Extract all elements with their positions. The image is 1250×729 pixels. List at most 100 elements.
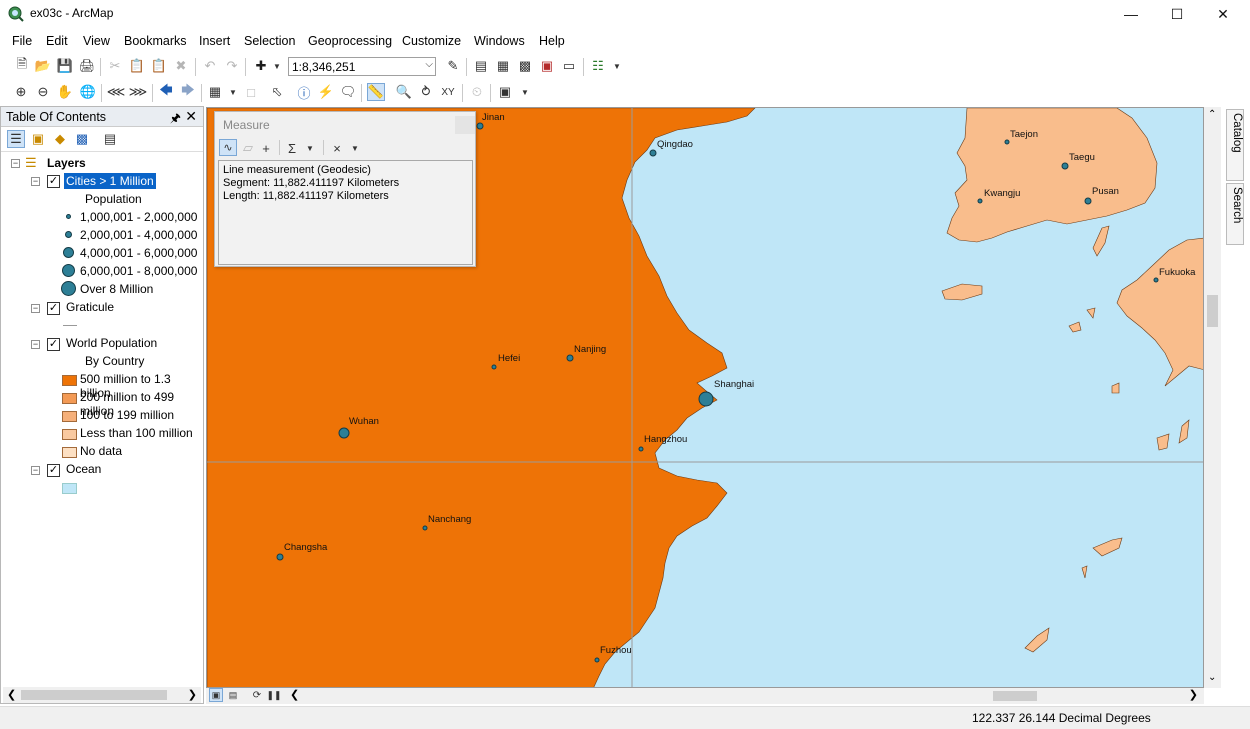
fixed-zoom-in-icon[interactable]: ⋘	[107, 83, 126, 101]
undo-icon[interactable]: ↶	[201, 57, 219, 75]
pause-drawing-icon[interactable]: ❚❚	[266, 688, 281, 702]
identify-icon[interactable]: ⓘ	[295, 83, 313, 101]
collapse-world-population-icon[interactable]: −	[31, 340, 40, 349]
world-population-visibility-checkbox[interactable]: ✓	[47, 338, 60, 351]
catalog-window-icon[interactable]: ▦	[494, 57, 512, 75]
chevron-down-icon[interactable]: ⌵	[425, 59, 433, 70]
zoom-in-icon[interactable]: ⊕	[12, 83, 30, 101]
menu-insert[interactable]: Insert	[199, 34, 230, 48]
scroll-down-icon[interactable]: ⌄	[1208, 672, 1216, 683]
collapse-ocean-icon[interactable]: −	[31, 466, 40, 475]
zoom-out-icon[interactable]: ⊖	[34, 83, 52, 101]
close-window-button[interactable]: ✕	[1200, 0, 1246, 28]
redo-icon[interactable]: ↷	[223, 57, 241, 75]
close-icon[interactable]: ✕	[185, 108, 197, 125]
copy-icon[interactable]: 📋	[128, 57, 146, 75]
full-extent-globe-icon[interactable]: 🌐	[79, 83, 97, 101]
cut-icon[interactable]: ✂	[106, 57, 124, 75]
search-dock-tab[interactable]: Search	[1226, 183, 1244, 245]
menu-bookmarks[interactable]: Bookmarks	[124, 34, 187, 48]
scroll-left-icon[interactable]: ❮	[7, 688, 16, 701]
map-scroll-left-icon[interactable]: ❮	[290, 688, 299, 701]
collapse-layers-icon[interactable]: −	[11, 159, 20, 168]
add-data-dropdown-icon[interactable]: ▼	[268, 57, 286, 75]
find-route-icon[interactable]: ⥁	[417, 83, 435, 101]
fixed-zoom-out-icon[interactable]: ⋙	[129, 83, 148, 101]
map-vertical-scrollbar[interactable]: ⌃ ⌄	[1204, 107, 1221, 688]
list-by-drawing-order-icon[interactable]: ☰	[7, 130, 25, 148]
sum-icon[interactable]: Σ	[283, 139, 301, 157]
hyperlink-lightning-icon[interactable]: ⚡	[317, 83, 335, 101]
menu-view[interactable]: View	[83, 34, 110, 48]
toc-scroll-thumb[interactable]	[21, 690, 167, 700]
menu-windows[interactable]: Windows	[474, 34, 525, 48]
pan-hand-icon[interactable]: ✋	[56, 83, 74, 101]
measure-window[interactable]: Measure ∿ ▱ + Σ ▼ × ▼ Line measurement (…	[214, 111, 476, 267]
menu-file[interactable]: File	[12, 34, 32, 48]
modelbuilder-icon[interactable]: ☷	[589, 57, 607, 75]
menu-selection[interactable]: Selection	[244, 34, 295, 48]
editor-toolbar-icon[interactable]: ✎	[444, 57, 462, 75]
measure-ruler-icon[interactable]: 📏	[367, 83, 385, 101]
create-viewer-window-icon[interactable]: ▣	[496, 83, 514, 101]
scroll-up-icon[interactable]: ⌃	[1208, 109, 1216, 120]
measure-line-icon[interactable]: ∿	[219, 139, 237, 156]
minimize-button[interactable]: —	[1108, 0, 1154, 28]
map-horizontal-scrollbar[interactable]: ❮ ❯	[290, 688, 1204, 704]
pin-icon[interactable]: 🖈	[170, 109, 181, 130]
arctoolbox-icon[interactable]: ▣	[538, 57, 556, 75]
menu-help[interactable]: Help	[539, 34, 565, 48]
refresh-icon[interactable]: ⟳	[250, 688, 264, 702]
ocean-visibility-checkbox[interactable]: ✓	[47, 464, 60, 477]
layout-view-icon[interactable]: ▤	[226, 688, 240, 702]
map-scale-combobox[interactable]: 1:8,346,251 ⌵	[288, 57, 436, 76]
python-window-icon[interactable]: ▭	[560, 57, 578, 75]
tools-options-icon[interactable]: ▼	[516, 83, 534, 101]
scroll-right-icon[interactable]: ❯	[188, 688, 197, 701]
print-icon[interactable]: 🖨	[78, 57, 96, 75]
sum-dropdown-icon[interactable]: ▼	[301, 139, 319, 157]
go-back-arrow-icon[interactable]: 🡄	[157, 82, 175, 101]
measure-close-button[interactable]	[455, 116, 475, 134]
clear-measure-icon[interactable]: ×	[328, 139, 346, 157]
select-features-icon[interactable]: ▦	[206, 83, 224, 101]
save-icon[interactable]: 💾	[56, 57, 74, 75]
find-binoculars-icon[interactable]: 🔍	[395, 83, 413, 101]
cities-visibility-checkbox[interactable]: ✓	[47, 175, 60, 188]
list-by-source-icon[interactable]: ▣	[29, 130, 47, 148]
toc-options-icon[interactable]: ▤	[101, 130, 119, 148]
select-elements-arrow-icon[interactable]: ⬁	[268, 83, 286, 101]
collapse-graticule-icon[interactable]: −	[31, 304, 40, 313]
table-of-contents-window-icon[interactable]: ▤	[472, 57, 490, 75]
menu-customize[interactable]: Customize	[402, 34, 461, 48]
cities-layer-name[interactable]: Cities > 1 Million	[64, 173, 156, 189]
list-by-visibility-icon[interactable]: ◆	[51, 130, 69, 148]
clear-selection-icon[interactable]: □	[242, 83, 260, 101]
data-view-icon[interactable]: ▣	[209, 688, 223, 702]
list-by-selection-icon[interactable]: ▩	[73, 130, 91, 148]
catalog-dock-tab[interactable]: Catalog	[1226, 109, 1244, 181]
maximize-button[interactable]: ☐	[1154, 0, 1200, 28]
measure-area-icon[interactable]: ▱	[239, 139, 257, 157]
layers-root-label[interactable]: Layers	[47, 156, 86, 170]
menu-geoprocessing[interactable]: Geoprocessing	[308, 34, 392, 48]
units-dropdown-icon[interactable]: ▼	[346, 139, 364, 157]
graticule-visibility-checkbox[interactable]: ✓	[47, 302, 60, 315]
menu-edit[interactable]: Edit	[46, 34, 68, 48]
map-scroll-right-icon[interactable]: ❯	[1189, 688, 1198, 701]
go-forward-arrow-icon[interactable]: 🡆	[179, 82, 197, 101]
time-slider-icon[interactable]: ⏲	[468, 83, 486, 101]
graticule-layer-name[interactable]: Graticule	[66, 300, 114, 314]
measure-feature-plus-icon[interactable]: +	[257, 139, 275, 157]
delete-icon[interactable]: ✖	[172, 57, 190, 75]
toolbar-options-icon[interactable]: ▼	[608, 57, 626, 75]
map-hscroll-thumb[interactable]	[993, 691, 1037, 701]
open-folder-icon[interactable]: 📂	[34, 57, 52, 75]
toc-horizontal-scrollbar[interactable]: ❮ ❯	[3, 687, 201, 703]
paste-icon[interactable]: 📋	[150, 57, 168, 75]
world-population-layer-name[interactable]: World Population	[66, 336, 157, 350]
search-window-icon[interactable]: ▩	[516, 57, 534, 75]
html-popup-icon[interactable]: 🗨	[339, 83, 357, 101]
collapse-cities-icon[interactable]: −	[31, 177, 40, 186]
ocean-layer-name[interactable]: Ocean	[66, 462, 101, 476]
